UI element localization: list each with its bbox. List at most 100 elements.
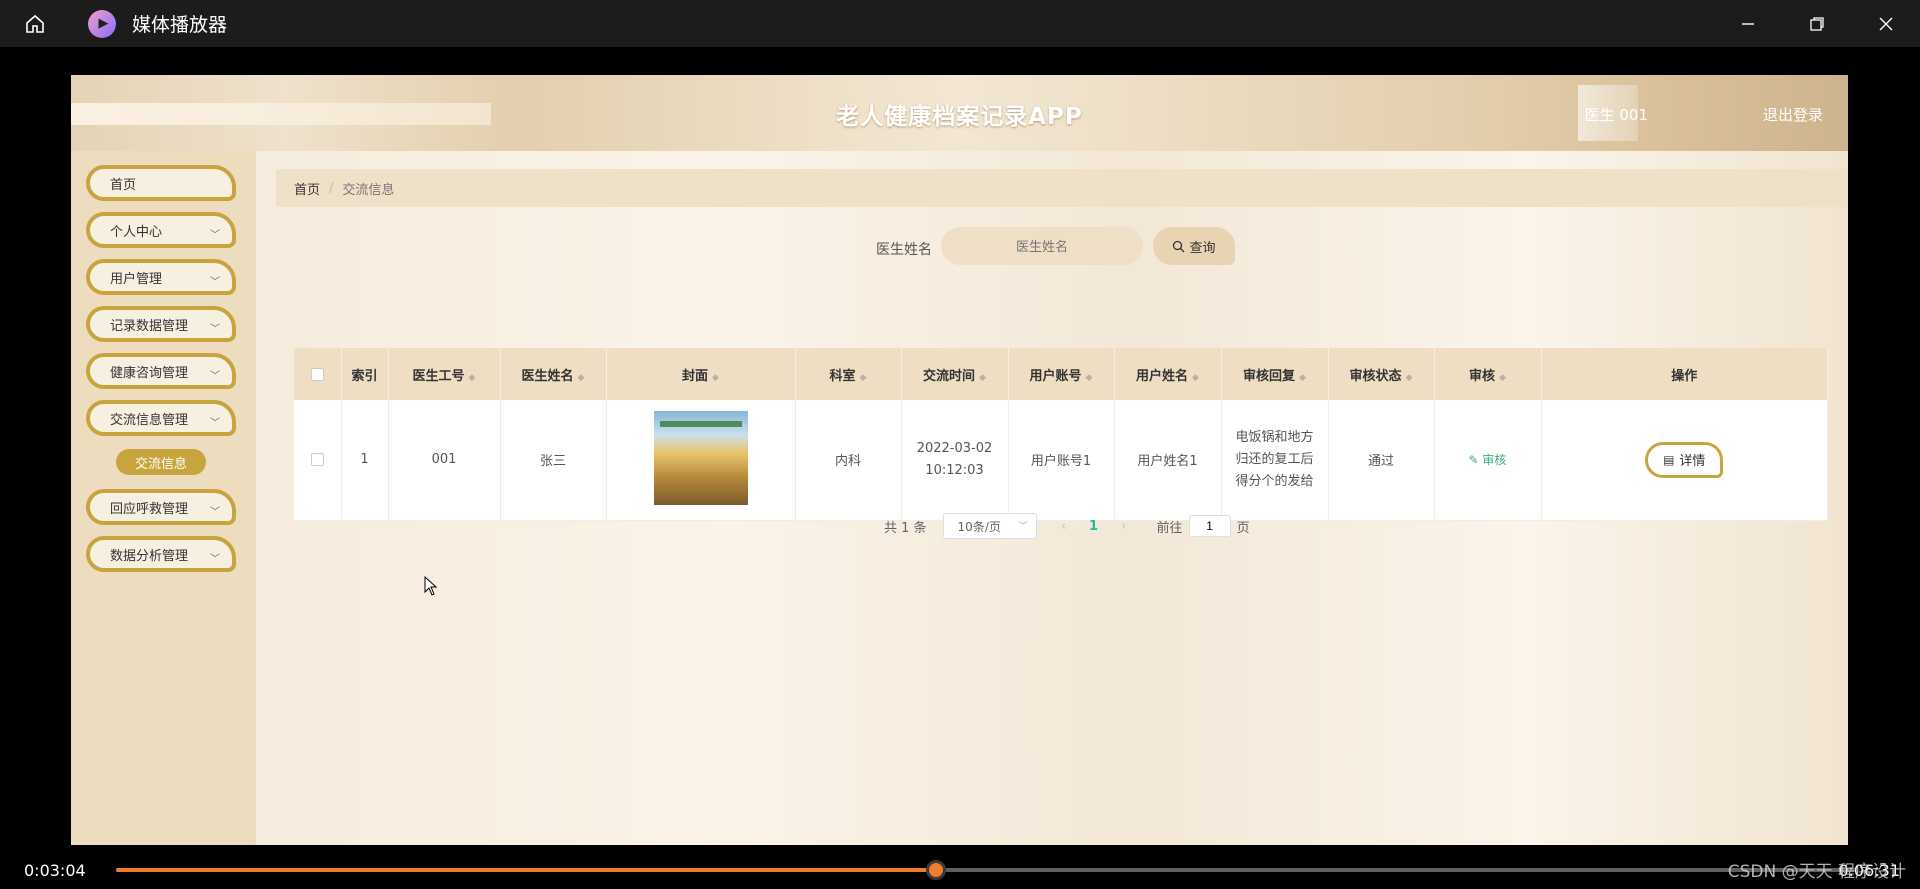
cell-department: 内科 [795, 400, 902, 521]
search-icon [1173, 240, 1185, 252]
goto-suffix: 页 [1236, 520, 1250, 536]
column-header[interactable]: 审核 ◆ [1434, 348, 1542, 400]
sidebar-subitem-exchange-info[interactable]: 交流信息 [116, 449, 206, 475]
breadcrumb-home[interactable]: 首页 [294, 179, 320, 198]
sort-icon[interactable]: ◆ [1086, 373, 1093, 383]
sort-icon[interactable]: ◆ [1406, 373, 1413, 383]
column-header: 索引 [341, 348, 389, 400]
sort-icon[interactable]: ◆ [712, 373, 719, 383]
next-page-icon[interactable]: › [1111, 519, 1137, 534]
sidebar-item-personal-center[interactable]: 个人中心 ﹀ [86, 212, 236, 248]
column-header: 操作 [1541, 348, 1828, 400]
select-all-cell [294, 348, 342, 400]
breadcrumb-current: 交流信息 [342, 182, 395, 198]
edit-icon: ✎ [1468, 453, 1483, 468]
app-header: 老人健康档案记录APP 医生 001 退出登录 [71, 75, 1848, 151]
app-window: 老人健康档案记录APP 医生 001 退出登录 首页 个人中心 ﹀ 用户管理 ﹀ 记… [71, 75, 1848, 845]
goto-label: 前往 [1156, 520, 1183, 536]
breadcrumb-separator: / [329, 180, 334, 196]
cell-doctor-name: 张三 [500, 400, 607, 521]
current-user: 医生 001 [1584, 106, 1648, 124]
cell-cover [606, 400, 796, 521]
app-title: 老人健康档案记录APP [836, 104, 1083, 130]
audit-link[interactable]: ✎ 审核 [1469, 453, 1507, 467]
column-header[interactable]: 医生姓名 ◆ [500, 348, 607, 400]
pagination: 共 1 条 10条/页﹀ ‹ 1 › 前往 页 [884, 513, 1250, 539]
page-number[interactable]: 1 [1081, 519, 1107, 534]
column-header[interactable]: 审核状态 ◆ [1328, 348, 1435, 400]
cell-user-name: 用户姓名1 [1114, 400, 1222, 521]
search-label: 医生姓名 [876, 242, 932, 258]
sort-icon[interactable]: ◆ [1499, 373, 1506, 383]
sort-icon[interactable]: ◆ [860, 373, 867, 383]
restore-icon[interactable] [1782, 0, 1851, 47]
sort-icon[interactable]: ◆ [979, 373, 986, 383]
column-header[interactable]: 封面 ◆ [606, 348, 796, 400]
sort-icon[interactable]: ◆ [1192, 373, 1199, 383]
chevron-down-icon: ﹀ [210, 418, 220, 429]
sort-icon[interactable]: ◆ [578, 373, 585, 383]
player-control-bar [0, 845, 1920, 889]
sidebar-item-label: 健康咨询管理 [110, 365, 189, 381]
page-size-select[interactable]: 10条/页 ﹀ [942, 513, 1037, 539]
table-row: 1 001 张三 内科 2022-03-02 10:12:03 用户账号1 用户… [294, 400, 1828, 521]
row-checkbox-cell [294, 400, 342, 521]
exchange-info-table: 索引 医生工号 ◆ 医生姓名 ◆ 封面 ◆ 科室 ◆ 交流时间 ◆ 用户账号 ◆ 用户姓名 ◆… [294, 348, 1828, 521]
main-content: 首页 / 交流信息 医生姓名 查询 索引 医生工号◆ 医生姓名◆ 封面◆ 科室◆… [256, 151, 1848, 845]
chevron-down-icon: ﹀ [210, 230, 220, 241]
select-all-checkbox[interactable] [310, 367, 324, 381]
sidebar-item-health-consult[interactable]: 健康咨询管理 ﹀ [86, 353, 236, 389]
watermark: CSDN @天天 程序设计 [1727, 862, 1906, 882]
mouse-cursor-icon [424, 576, 438, 596]
cell-status: 通过 [1328, 400, 1435, 521]
sidebar-item-user-management[interactable]: 用户管理 ﹀ [86, 259, 236, 295]
player-logo-icon: ▶ [88, 9, 116, 38]
minimize-icon[interactable] [1713, 0, 1782, 47]
sort-icon[interactable]: ◆ [1299, 373, 1306, 383]
cell-doctor-id: 001 [388, 400, 501, 521]
sidebar-item-label: 回应呼救管理 [110, 501, 189, 517]
cell-reply: 电饭锅和地方归还的复工后得分个的发给 [1221, 400, 1329, 521]
column-header[interactable]: 医生工号 ◆ [388, 348, 501, 400]
prev-page-icon[interactable]: ‹ [1051, 519, 1077, 534]
search-button[interactable]: 查询 [1153, 227, 1235, 265]
sort-icon[interactable]: ◆ [469, 373, 476, 383]
logout-link[interactable]: 退出登录 [1763, 104, 1823, 125]
chevron-down-icon: ﹀ [210, 507, 220, 518]
player-title: 媒体播放器 [132, 14, 228, 36]
sidebar-item-label: 数据分析管理 [110, 548, 189, 564]
cell-time: 2022-03-02 10:12:03 [901, 400, 1009, 521]
current-time: 0:03:04 [24, 861, 86, 880]
sidebar-item-label: 用户管理 [110, 271, 163, 287]
search-button-label: 查询 [1189, 240, 1216, 256]
seek-handle[interactable] [926, 860, 946, 880]
chevron-down-icon: ﹀ [1018, 522, 1028, 532]
goto-page-input[interactable] [1188, 515, 1231, 537]
close-icon[interactable] [1851, 0, 1920, 47]
chevron-down-icon: ﹀ [210, 371, 220, 382]
column-header[interactable]: 审核回复 ◆ [1221, 348, 1329, 400]
detail-button[interactable]: ▤ 详情 [1645, 441, 1724, 478]
table-header-row: 索引 医生工号 ◆ 医生姓名 ◆ 封面 ◆ 科室 ◆ 交流时间 ◆ 用户账号 ◆ 用户姓名 ◆… [294, 348, 1828, 400]
cell-user-account: 用户账号1 [1008, 400, 1115, 521]
sidebar-item-rescue-response[interactable]: 回应呼救管理 ﹀ [86, 489, 236, 525]
doctor-name-search-input[interactable] [941, 227, 1143, 265]
column-header[interactable]: 用户姓名 ◆ [1114, 348, 1222, 400]
sidebar-item-label: 记录数据管理 [110, 318, 189, 334]
pagination-total: 共 1 条 [884, 520, 927, 536]
column-header[interactable]: 科室 ◆ [795, 348, 902, 400]
sidebar-item-record-data[interactable]: 记录数据管理 ﹀ [86, 306, 236, 342]
home-icon[interactable] [0, 0, 70, 47]
cover-image[interactable] [653, 410, 748, 505]
sidebar-item-home[interactable]: 首页 [86, 165, 236, 201]
sidebar-item-label: 首页 [110, 177, 137, 193]
chevron-down-icon: ﹀ [210, 324, 220, 335]
sidebar-item-data-analysis[interactable]: 数据分析管理 ﹀ [86, 536, 236, 572]
breadcrumb: 首页 / 交流信息 [276, 169, 1848, 207]
column-header[interactable]: 用户账号 ◆ [1008, 348, 1115, 400]
column-header[interactable]: 交流时间 ◆ [901, 348, 1009, 400]
row-checkbox[interactable] [310, 453, 324, 467]
player-titlebar: ▶ 媒体播放器 [0, 0, 1920, 47]
sidebar-item-exchange-info[interactable]: 交流信息管理 ﹀ [86, 400, 236, 436]
sidebar: 首页 个人中心 ﹀ 用户管理 ﹀ 记录数据管理 ﹀ 健康咨询管理 ﹀ 交流信息管理 ﹀ 交… [71, 151, 256, 845]
